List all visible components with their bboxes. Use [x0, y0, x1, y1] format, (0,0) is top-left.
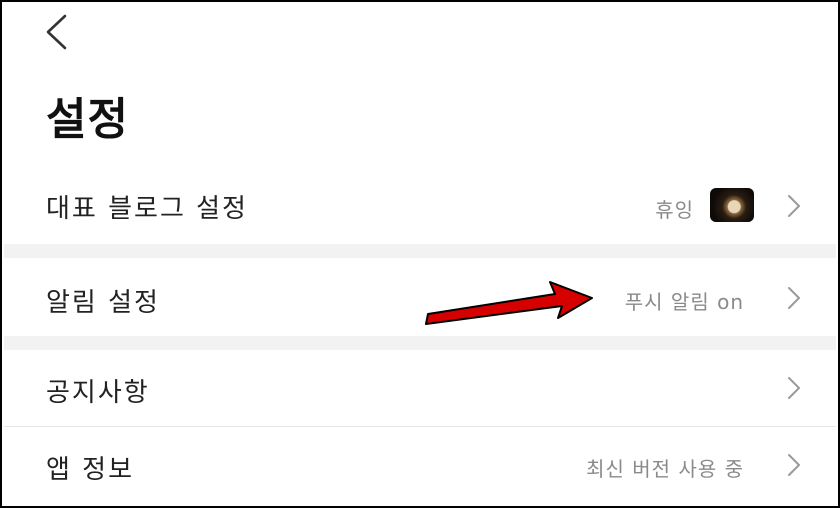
settings-row-app-info[interactable]: 앱 정보 최신 버전 사용 중: [4, 427, 836, 503]
settings-row-notifications-value: 푸시 알림 on: [624, 290, 744, 314]
section-divider: [4, 336, 836, 350]
settings-row-blog-value: 휴잉: [655, 198, 694, 222]
settings-row-app-info-label: 앱 정보: [46, 455, 135, 485]
blog-thumbnail-icon: [710, 188, 754, 222]
settings-row-app-info-value: 최신 버전 사용 중: [586, 457, 744, 481]
settings-row-blog-label: 대표 블로그 설정: [46, 194, 248, 224]
chevron-right-icon: [788, 454, 800, 476]
settings-row-notices-label: 공지사항: [46, 378, 150, 408]
chevron-right-icon: [788, 287, 800, 309]
screen-frame: 설정 대표 블로그 설정 휴잉 알림 설정 푸시 알림 on 공지사항 앱 정보…: [0, 0, 840, 508]
back-button[interactable]: [38, 10, 78, 54]
chevron-left-icon: [46, 14, 67, 50]
page-title: 설정: [46, 94, 129, 145]
section-divider: [4, 244, 836, 258]
chevron-right-icon: [788, 195, 800, 217]
chevron-right-icon: [788, 377, 800, 399]
settings-row-notifications[interactable]: 알림 설정 푸시 알림 on: [4, 258, 836, 336]
settings-row-notifications-label: 알림 설정: [46, 288, 160, 318]
settings-row-notices[interactable]: 공지사항: [4, 350, 836, 426]
